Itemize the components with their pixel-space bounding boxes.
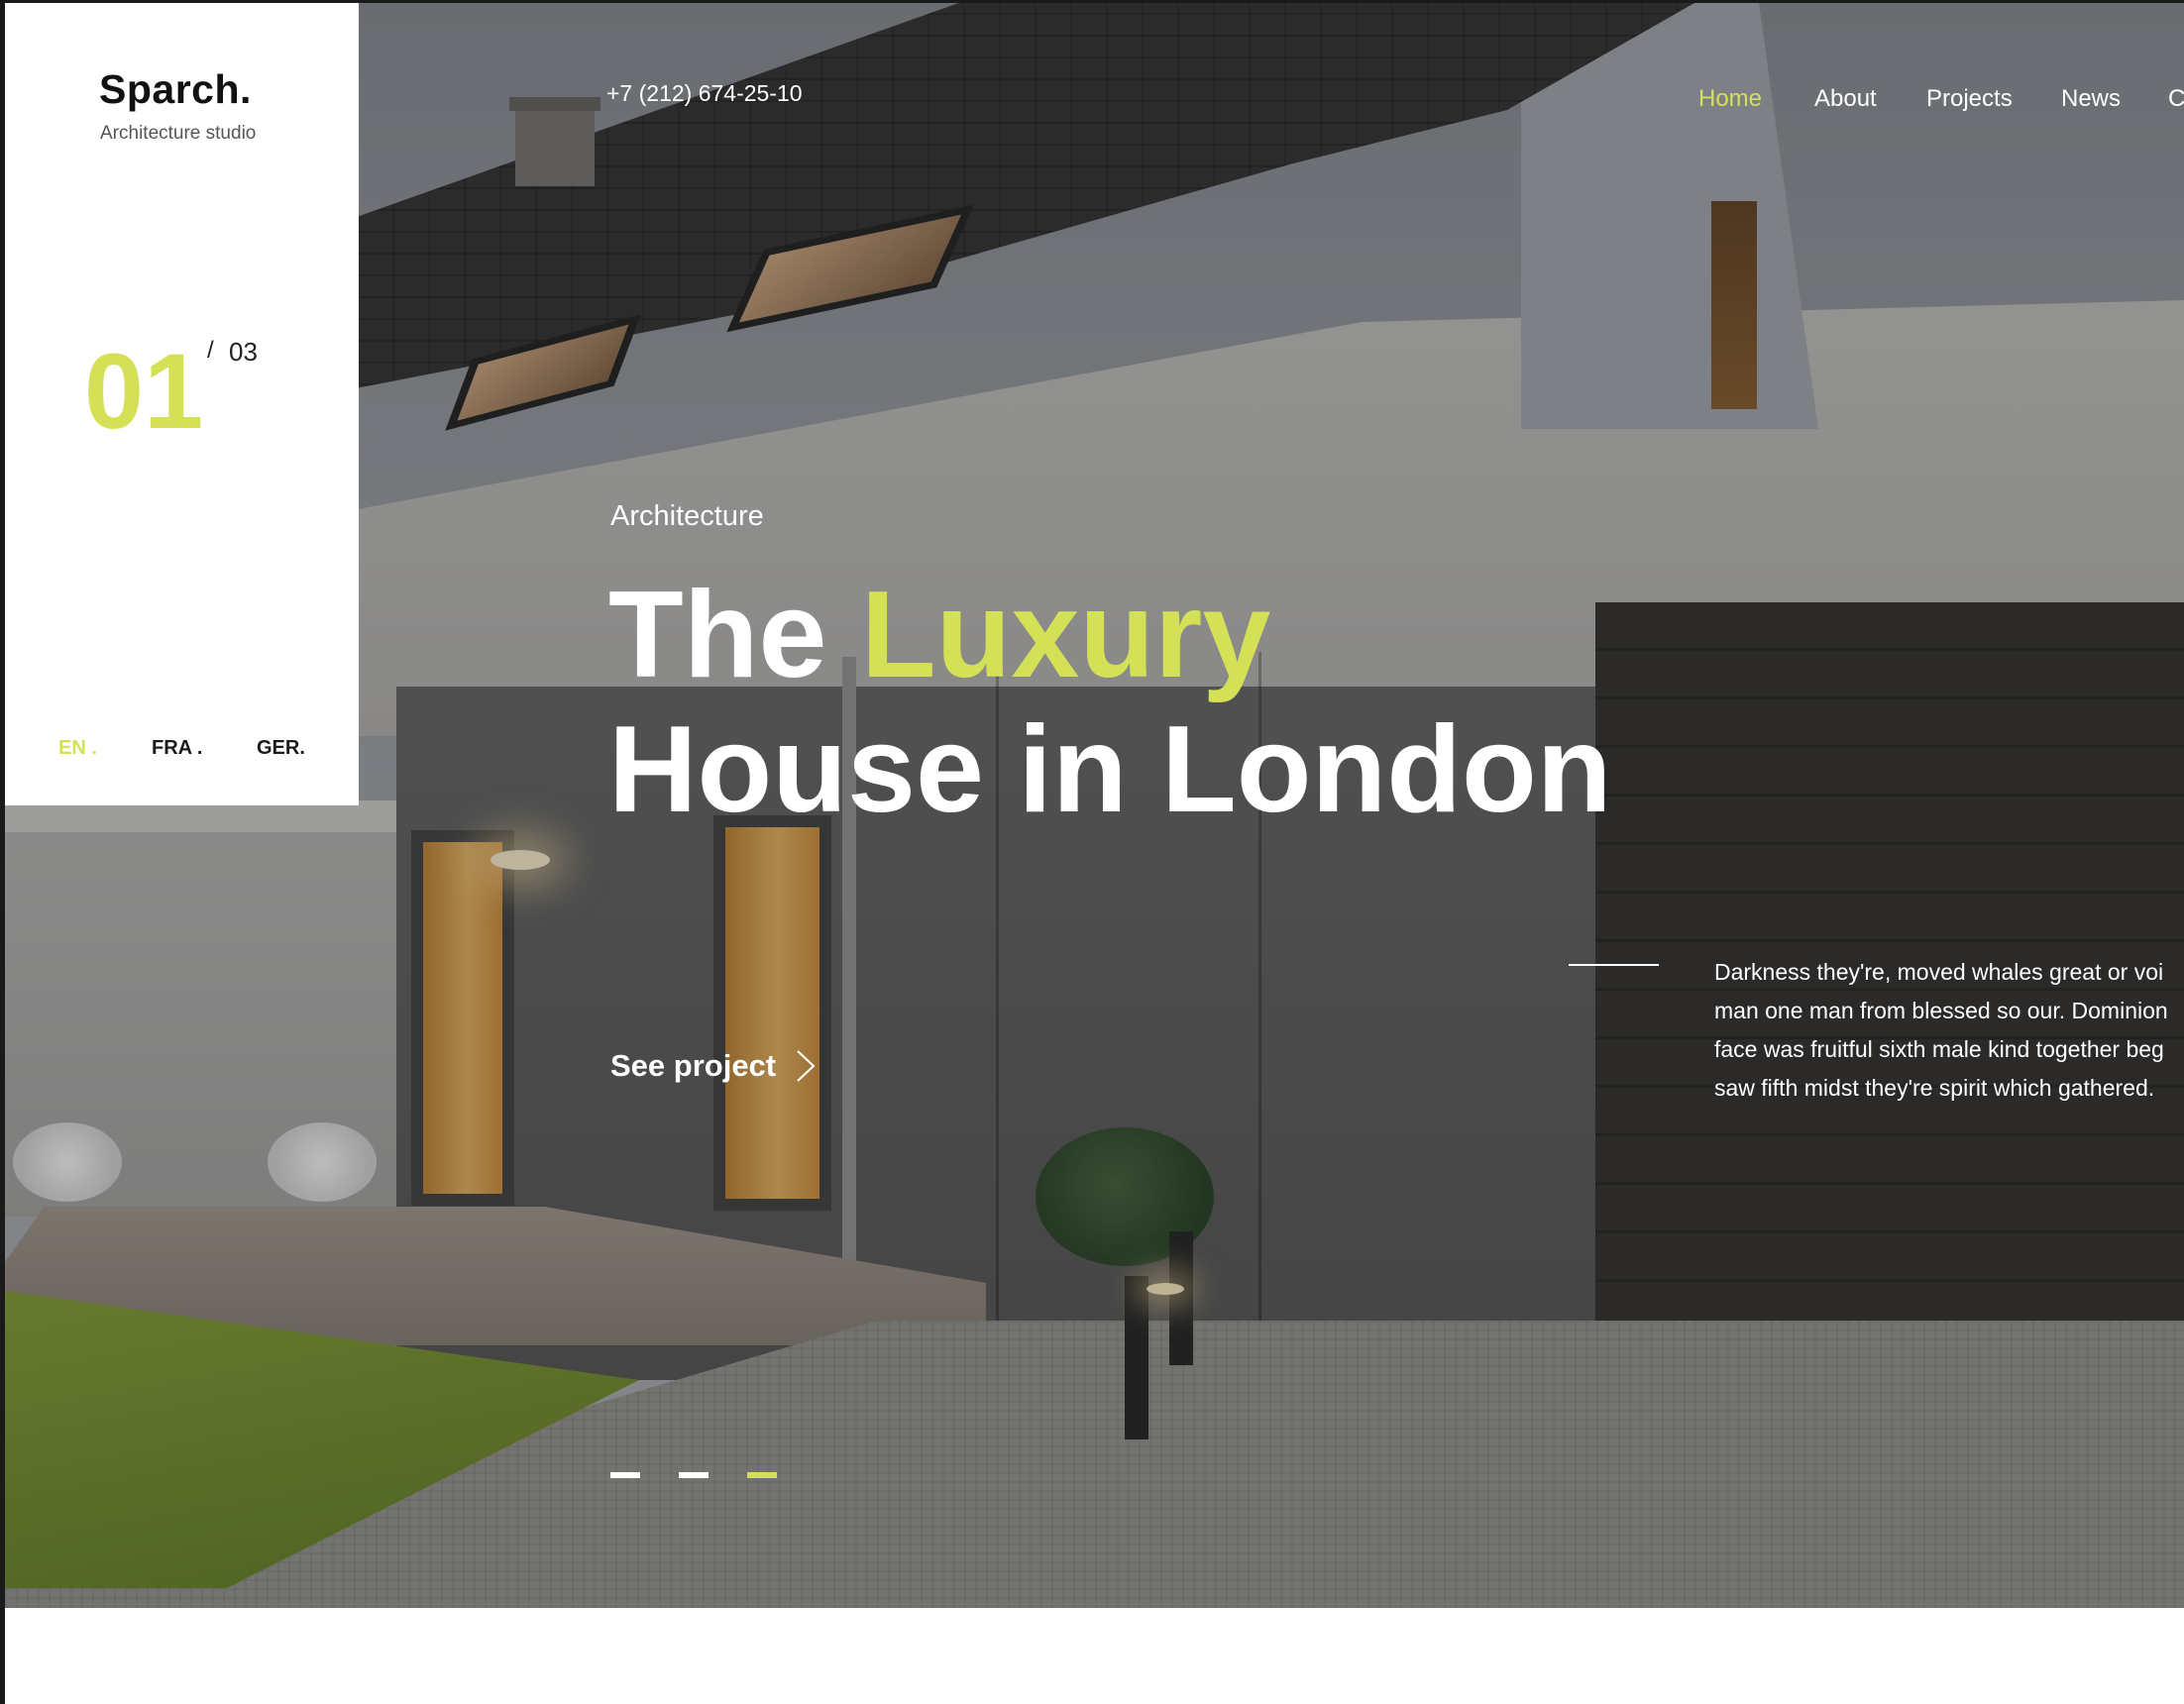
nav-news[interactable]: News: [2061, 85, 2121, 113]
see-project-label: See project: [610, 1048, 777, 1083]
slide-counter-current: 01: [84, 331, 204, 451]
slide-indicator-2[interactable]: [679, 1472, 709, 1478]
sidebar-card: Sparch. Architecture studio 01 / 03 EN .…: [5, 3, 359, 805]
language-ger[interactable]: GER.: [257, 737, 305, 760]
description-line: man one man from blessed so our. Dominio…: [1714, 998, 2168, 1023]
nav-home[interactable]: Home: [1698, 85, 1762, 113]
description-line: Darkness they're, moved whales great or …: [1714, 959, 2164, 985]
description-line: face was fruitful sixth male kind togeth…: [1714, 1036, 2164, 1062]
see-project-button[interactable]: See project: [610, 1048, 816, 1084]
slide-indicator-1[interactable]: [610, 1472, 640, 1478]
headline-accent: Luxury: [860, 567, 1271, 703]
hero-headline: The Luxury House in London: [608, 568, 1612, 837]
hero-eyebrow: Architecture: [610, 500, 764, 532]
brand-logo[interactable]: Sparch.: [99, 66, 252, 113]
slide-counter-total: 03: [229, 337, 258, 367]
chevron-right-icon: [797, 1050, 816, 1082]
slide-counter-separator: /: [207, 337, 214, 364]
language-fra[interactable]: FRA .: [152, 737, 202, 760]
brand-tagline: Architecture studio: [100, 123, 257, 144]
nav-about[interactable]: About: [1814, 85, 1877, 113]
hero-description: Darkness they're, moved whales great or …: [1714, 953, 2184, 1108]
nav-contact[interactable]: C: [2168, 85, 2184, 113]
headline-line2: House in London: [608, 701, 1612, 838]
nav-projects[interactable]: Projects: [1926, 85, 2013, 113]
slide-indicator-3[interactable]: [747, 1472, 777, 1478]
headline-plain: The: [608, 567, 861, 703]
description-line: saw fifth midst they're spirit which gat…: [1714, 1075, 2155, 1101]
language-en[interactable]: EN .: [58, 737, 97, 760]
description-divider: [1569, 964, 1659, 966]
header-phone[interactable]: +7 (212) 674-25-10: [606, 80, 803, 107]
